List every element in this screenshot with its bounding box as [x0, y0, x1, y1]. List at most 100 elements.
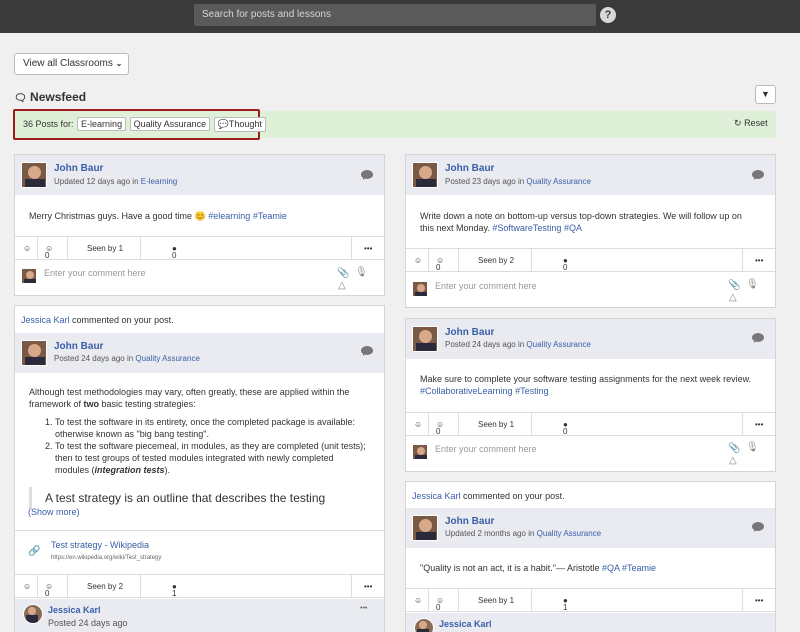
intro-bold: two: [83, 399, 100, 409]
post-text: Make sure to complete your software test…: [420, 373, 751, 397]
list-item: 1. To test the software in its entirety, …: [29, 416, 366, 440]
attachment-icon[interactable]: 📎: [728, 280, 740, 291]
comment-author[interactable]: Jessica Karl: [48, 605, 101, 615]
hashtag[interactable]: #QA: [602, 563, 620, 573]
comment-count[interactable]: 0 ●: [563, 256, 568, 272]
avatar[interactable]: [23, 604, 43, 624]
comment-author[interactable]: Jessica Karl: [439, 619, 492, 629]
filter-tag-thought[interactable]: 💬Thought: [213, 117, 266, 132]
like-icon[interactable]: ☺: [414, 256, 422, 265]
commenter-name[interactable]: Jessica Karl: [412, 491, 461, 501]
comment-count[interactable]: 0 ●: [172, 244, 177, 260]
hashtag[interactable]: #CollaborativeLearning: [420, 386, 513, 396]
filter-tag-quality-assurance[interactable]: Quality Assurance: [129, 117, 211, 131]
comments-icon: 🗨: [14, 93, 27, 104]
post-actions: ☺ 0 ☺ Seen by 1 0 ● •••: [15, 236, 384, 260]
post-header: John Baur Posted 24 days ago in Quality …: [406, 319, 775, 359]
author-name[interactable]: John Baur: [445, 327, 494, 338]
post-meta: Updated 12 days ago in E-learning: [54, 177, 177, 186]
view-all-classrooms-button[interactable]: View all Classrooms ⌄: [14, 53, 129, 75]
filter-tag-elearning[interactable]: E-learning: [77, 117, 127, 131]
comment-bubble-icon[interactable]: [752, 522, 764, 532]
li1-b: otherwise known as "big bang testing".: [55, 429, 209, 439]
search-input[interactable]: Search for posts and lessons: [194, 4, 596, 26]
commented-note: Jessica Karl commented on your post.: [21, 315, 174, 325]
attachment-icon[interactable]: 📎: [728, 443, 740, 454]
comment-count[interactable]: 1 ●: [563, 596, 568, 612]
more-menu-icon[interactable]: •••: [360, 605, 367, 612]
author-name[interactable]: John Baur: [445, 516, 494, 527]
post-category[interactable]: E-learning: [141, 177, 177, 186]
comment-bubble-icon[interactable]: [752, 170, 764, 180]
hashtag[interactable]: #Teamie: [253, 211, 287, 221]
reset-button[interactable]: ↻ Reset: [734, 118, 768, 129]
post-meta: Posted 23 days ago in Quality Assurance: [445, 177, 591, 186]
list-item: 2. To test the software piecemeal, in mod…: [29, 440, 366, 476]
seen-by[interactable]: Seen by 1: [87, 244, 123, 253]
show-more-link[interactable]: (Show more): [28, 507, 80, 517]
seen-by[interactable]: Seen by 2: [87, 582, 123, 591]
seen-by[interactable]: Seen by 2: [478, 256, 514, 265]
avatar[interactable]: [412, 162, 438, 188]
more-menu-icon[interactable]: •••: [755, 596, 763, 605]
comment-input[interactable]: Enter your comment here: [435, 281, 537, 291]
avatar: [412, 281, 428, 297]
post-text-content: "Quality is not an act, it is a habit."—…: [420, 563, 602, 573]
filter-tag-thought-label: Thought: [228, 119, 262, 129]
comment-bubble-icon[interactable]: [361, 170, 373, 180]
seen-by[interactable]: Seen by 1: [478, 596, 514, 605]
avatar[interactable]: [412, 515, 438, 541]
drive-icon[interactable]: △: [729, 455, 737, 466]
post-actions: ☺ 0 ☺ Seen by 1 1 ● •••: [406, 588, 775, 612]
help-icon[interactable]: ?: [600, 7, 616, 23]
comment-bubble-icon[interactable]: [752, 333, 764, 343]
post-text-content: Merry Christmas guys. Have a good time 😊: [29, 211, 209, 221]
hashtag[interactable]: #elearning: [208, 211, 250, 221]
post-category[interactable]: Quality Assurance: [135, 354, 199, 363]
software-piecemeal-link[interactable]: software piecemeal: [99, 441, 177, 451]
more-menu-icon[interactable]: •••: [364, 582, 372, 591]
like-icon[interactable]: ☺: [23, 244, 31, 253]
like-icon[interactable]: ☺: [414, 596, 422, 605]
hashtag[interactable]: #SoftwareTesting: [492, 223, 561, 233]
more-menu-icon[interactable]: •••: [755, 420, 763, 429]
chevron-down-icon: ⌄: [115, 59, 123, 68]
comment-count[interactable]: 0 ●: [563, 420, 568, 436]
commenter-name[interactable]: Jessica Karl: [21, 315, 70, 325]
avatar[interactable]: [21, 162, 47, 188]
in-label: in: [528, 529, 535, 538]
attachment-icon[interactable]: 📎: [337, 268, 349, 279]
post-category[interactable]: Quality Assurance: [526, 177, 590, 186]
microphone-icon[interactable]: 🎙: [746, 279, 759, 290]
like-icon[interactable]: ☺: [23, 582, 31, 591]
avatar: [21, 268, 37, 284]
author-name[interactable]: John Baur: [54, 163, 103, 174]
hashtag[interactable]: #Testing: [515, 386, 549, 396]
avatar[interactable]: [21, 340, 47, 366]
avatar[interactable]: [412, 326, 438, 352]
drive-icon[interactable]: △: [729, 292, 737, 303]
comment-count[interactable]: 1 ●: [172, 582, 177, 598]
link-url: https://en.wikipedia.org/wiki/Test_strat…: [51, 555, 162, 561]
hashtag[interactable]: #Teamie: [622, 563, 656, 573]
more-menu-icon[interactable]: •••: [755, 256, 763, 265]
post-category[interactable]: Quality Assurance: [537, 529, 601, 538]
comment-input[interactable]: Enter your comment here: [435, 444, 537, 454]
commented-note: Jessica Karl commented on your post.: [412, 491, 565, 501]
drive-icon[interactable]: △: [338, 280, 346, 291]
page-title: Newsfeed: [30, 90, 87, 104]
comment-input[interactable]: Enter your comment here: [44, 268, 146, 278]
microphone-icon[interactable]: 🎙: [746, 442, 759, 453]
hashtag[interactable]: #QA: [564, 223, 582, 233]
filter-button[interactable]: ▼: [755, 85, 776, 104]
comment-bubble-icon[interactable]: [361, 346, 373, 356]
seen-by[interactable]: Seen by 1: [478, 420, 514, 429]
avatar[interactable]: [414, 618, 434, 632]
more-menu-icon[interactable]: •••: [364, 244, 372, 253]
like-icon[interactable]: ☺: [414, 420, 422, 429]
author-name[interactable]: John Baur: [54, 341, 103, 352]
author-name[interactable]: John Baur: [445, 163, 494, 174]
microphone-icon[interactable]: 🎙: [355, 267, 368, 278]
link-title[interactable]: Test strategy - Wikipedia: [51, 540, 149, 550]
post-category[interactable]: Quality Assurance: [526, 340, 590, 349]
